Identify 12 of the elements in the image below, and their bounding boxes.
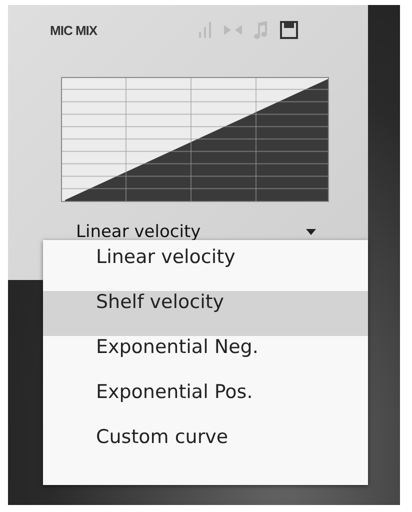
menu-item[interactable]: Exponential Pos. xyxy=(43,381,368,426)
menu-item[interactable]: Shelf velocity xyxy=(43,291,368,336)
curve-dropdown[interactable]: Linear velocity xyxy=(76,222,316,242)
music-note-icon[interactable] xyxy=(254,21,268,39)
arrows-icon[interactable] xyxy=(224,25,242,35)
signal-bars-icon[interactable] xyxy=(198,22,212,38)
menu-item[interactable]: Linear velocity xyxy=(43,246,368,291)
menu-item[interactable]: Custom curve xyxy=(43,426,368,471)
caret-icon xyxy=(306,229,316,235)
panel-title: MIC MIX xyxy=(50,22,98,38)
menu-item[interactable]: Exponential Neg. xyxy=(43,336,368,381)
save-icon[interactable] xyxy=(280,21,298,39)
